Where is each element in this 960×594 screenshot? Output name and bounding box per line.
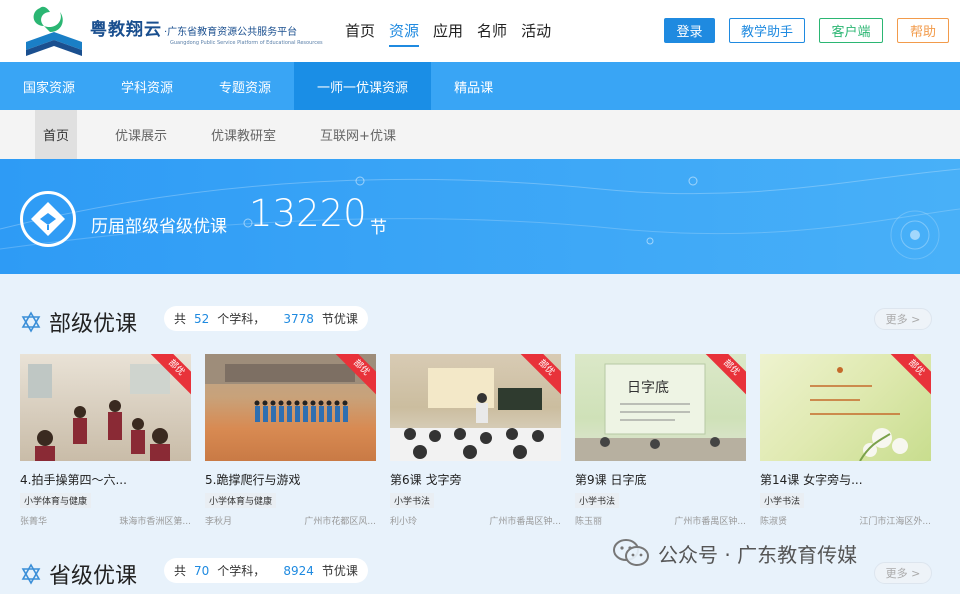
school-name: 广州市番禺区钟... <box>674 517 746 527</box>
subnav-showcase[interactable]: 优课展示 <box>115 110 167 159</box>
lesson-card[interactable]: 日字底 部优 第9课 日字底 小学书法 陈玉丽 广州市番禺区钟... <box>575 354 746 527</box>
stats-banner: 历届部级省级优课 13220 节 <box>0 159 960 274</box>
provincial-subject-count: 70 <box>194 563 210 578</box>
provincial-section-name: 省级优课 <box>49 564 138 589</box>
subject-tag: 小学书法 <box>390 493 435 508</box>
stat-subject-unit: 个学科， <box>217 312 266 326</box>
lesson-title[interactable]: 4.拍手操第四～六... <box>20 471 191 488</box>
lesson-thumbnail[interactable]: 部优 <box>760 354 931 461</box>
school-name: 广州市番禺区钟... <box>489 517 561 527</box>
lesson-title[interactable]: 5.跪撑爬行与游戏 <box>205 471 376 488</box>
svg-text:日字底: 日字底 <box>627 380 669 396</box>
lesson-thumbnail[interactable]: 部优 <box>205 354 376 461</box>
school-name: 广州市花都区风... <box>304 517 376 527</box>
stat-lesson-unit: 节优课 <box>321 312 358 326</box>
banner-count: 13220 <box>249 192 367 235</box>
lesson-title[interactable]: 第9课 日字底 <box>575 471 746 488</box>
provincial-lesson-count: 8924 <box>283 563 314 578</box>
client-button[interactable]: 客户端 <box>819 18 883 43</box>
lesson-thumbnail[interactable]: 日字底 部优 <box>575 354 746 461</box>
lesson-thumbnail[interactable]: 部优 <box>390 354 561 461</box>
nav-national-resources[interactable]: 国家资源 <box>0 62 98 110</box>
nav-subject-resources[interactable]: 学科资源 <box>98 62 196 110</box>
ministry-lesson-count: 3778 <box>283 311 314 326</box>
topnav-resources[interactable]: 资源 <box>389 20 420 47</box>
provincial-more-button[interactable]: 更多 > <box>874 562 932 584</box>
teacher-name: 利小玲 <box>390 517 418 527</box>
teacher-name: 陈玉丽 <box>575 517 603 527</box>
sub-nav: 首页 优课展示 优课教研室 互联网+优课 <box>0 110 960 159</box>
topnav-activities[interactable]: 活动 <box>521 20 551 45</box>
stat-subject-unit: 个学科， <box>217 564 266 578</box>
logo-english: Guangdong Public Service Platform of Edu… <box>170 39 323 46</box>
wechat-icon <box>613 539 649 566</box>
help-button[interactable]: 帮助 <box>897 18 949 43</box>
school-name: 珠海市香洲区第... <box>119 517 191 527</box>
topnav-apps[interactable]: 应用 <box>433 20 463 45</box>
top-nav: 首页 资源 应用 名师 活动 <box>345 20 565 47</box>
lesson-card[interactable]: 部优 5.跪撑爬行与游戏 小学体育与健康 李秋月 广州市花都区风... <box>205 354 376 527</box>
nav-topic-resources[interactable]: 专题资源 <box>196 62 294 110</box>
ministry-section-title: 部级优课 <box>20 306 137 338</box>
login-button[interactable]: 登录 <box>664 18 715 43</box>
lesson-card[interactable]: 部优 第6课 戈字旁 小学书法 利小玲 广州市番禺区钟... <box>390 354 561 527</box>
subject-tag: 小学体育与健康 <box>20 493 92 508</box>
teacher-name: 张菁华 <box>20 517 48 527</box>
stat-prefix: 共 <box>174 312 187 326</box>
site-logo[interactable]: 粤教翔云 ·广东省教育资源公共服务平台 Guangdong Public Serv… <box>20 2 323 58</box>
site-header: 粤教翔云 ·广东省教育资源公共服务平台 Guangdong Public Serv… <box>0 0 960 62</box>
ministry-section-name: 部级优课 <box>49 312 138 337</box>
resource-nav: 国家资源 学科资源 专题资源 一师一优课资源 精品课 <box>0 62 960 110</box>
lesson-card[interactable]: 部优 第14课 女字旁与... 小学书法 陈淑贤 江门市江海区外... <box>760 354 931 527</box>
lesson-title[interactable]: 第6课 戈字旁 <box>390 471 561 488</box>
stat-lesson-unit: 节优课 <box>321 564 358 578</box>
star-of-david-icon <box>21 563 41 585</box>
nav-boutique-courses[interactable]: 精品课 <box>431 62 516 110</box>
watermark-text: 公众号 · 广东教育传媒 <box>658 542 858 567</box>
ministry-stats: 共 52 个学科， 3778 节优课 <box>164 306 368 331</box>
topnav-home[interactable]: 首页 <box>345 20 375 45</box>
ministry-more-button[interactable]: 更多 > <box>874 308 932 330</box>
banner-unit: 节 <box>370 218 387 238</box>
subject-tag: 小学书法 <box>575 493 620 508</box>
provincial-stats: 共 70 个学科， 8924 节优课 <box>164 558 368 583</box>
teacher-name: 陈淑贤 <box>760 517 788 527</box>
subnav-home[interactable]: 首页 <box>35 110 78 159</box>
lesson-card[interactable]: 部优 4.拍手操第四～六... 小学体育与健康 张菁华 珠海市香洲区第... <box>20 354 191 527</box>
subnav-internet-plus[interactable]: 互联网+优课 <box>320 110 396 159</box>
lesson-thumbnail[interactable]: 部优 <box>20 354 191 461</box>
wechat-watermark: 公众号 · 广东教育传媒 <box>612 538 857 568</box>
subject-tag: 小学体育与健康 <box>205 493 277 508</box>
subject-tag: 小学书法 <box>760 493 805 508</box>
school-name: 江门市江海区外... <box>859 517 931 527</box>
teaching-assistant-button[interactable]: 教学助手 <box>729 18 805 43</box>
ministry-lesson-list: 部优 4.拍手操第四～六... 小学体育与健康 张菁华 珠海市香洲区第... 部优… <box>20 354 931 527</box>
teacher-name: 李秋月 <box>205 517 233 527</box>
logo-subtitle: ·广东省教育资源公共服务平台 <box>164 26 298 38</box>
course-badge-icon <box>20 191 76 247</box>
logo-name: 粤教翔云 <box>90 19 162 40</box>
ministry-subject-count: 52 <box>194 311 210 326</box>
logo-emblem-icon <box>20 2 88 58</box>
banner-label: 历届部级省级优课 <box>91 217 227 237</box>
provincial-section-title: 省级优课 <box>20 558 137 590</box>
lesson-title[interactable]: 第14课 女字旁与... <box>760 471 931 488</box>
topnav-teachers[interactable]: 名师 <box>477 20 507 45</box>
subnav-research-room[interactable]: 优课教研室 <box>211 110 276 159</box>
nav-excellent-lesson-resources[interactable]: 一师一优课资源 <box>294 62 432 110</box>
star-of-david-icon <box>21 311 41 333</box>
stat-prefix: 共 <box>174 564 187 578</box>
